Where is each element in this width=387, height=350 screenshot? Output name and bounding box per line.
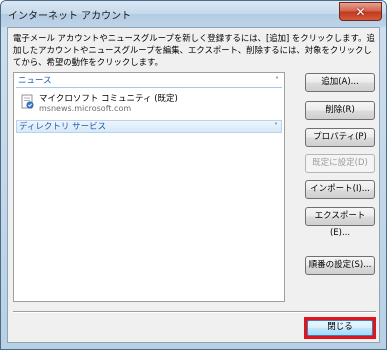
separator	[13, 311, 376, 313]
account-server: msnews.microsoft.com	[39, 104, 132, 113]
window-title: インターネット アカウント	[8, 11, 132, 22]
group-header-news[interactable]: ニュース ˄	[16, 75, 282, 88]
add-button[interactable]: 追加(A)...	[305, 73, 375, 92]
dialog-body: 電子メール アカウントやニュースグループを新しく登録するには、[追加] をクリッ…	[7, 27, 380, 343]
chevron-up-icon[interactable]: ˄	[275, 75, 279, 87]
accounts-list[interactable]: ニュース ˄ マイクロソフト コミュニティ (既定) msnews.micros…	[13, 72, 285, 302]
import-button[interactable]: インポート(I)...	[305, 180, 375, 199]
internet-accounts-dialog: インターネット アカウント ✕ 電子メール アカウントやニュースグループを新しく…	[0, 0, 387, 350]
chevron-down-icon[interactable]: ˅	[274, 121, 278, 133]
group-label-news: ニュース	[18, 76, 52, 86]
close-button[interactable]: 閉じる	[307, 320, 373, 336]
set-default-button[interactable]: 既定に設定(D)	[305, 154, 375, 173]
properties-button[interactable]: プロパティ(P)	[305, 128, 375, 147]
remove-button[interactable]: 削除(R)	[305, 101, 375, 120]
set-order-button[interactable]: 順番の設定(S)...	[305, 256, 375, 275]
instructions-text: 電子メール アカウントやニュースグループを新しく登録するには、[追加] をクリッ…	[13, 33, 375, 67]
group-header-directory-services[interactable]: ディレクトリ サービス ˅	[16, 120, 282, 133]
close-button-highlight: 閉じる	[304, 317, 376, 339]
account-name: マイクロソフト コミュニティ (既定)	[39, 94, 178, 104]
close-icon: ✕	[355, 4, 366, 19]
account-item-microsoft-community[interactable]: マイクロソフト コミュニティ (既定) msnews.microsoft.com	[21, 91, 271, 119]
group-label-directory-services: ディレクトリ サービス	[19, 122, 107, 132]
window-close-button[interactable]: ✕	[339, 2, 382, 21]
title-bar[interactable]: インターネット アカウント ✕	[1, 1, 386, 27]
newsgroup-account-icon	[21, 94, 34, 109]
export-button[interactable]: エクスポート(E)...	[305, 207, 375, 238]
